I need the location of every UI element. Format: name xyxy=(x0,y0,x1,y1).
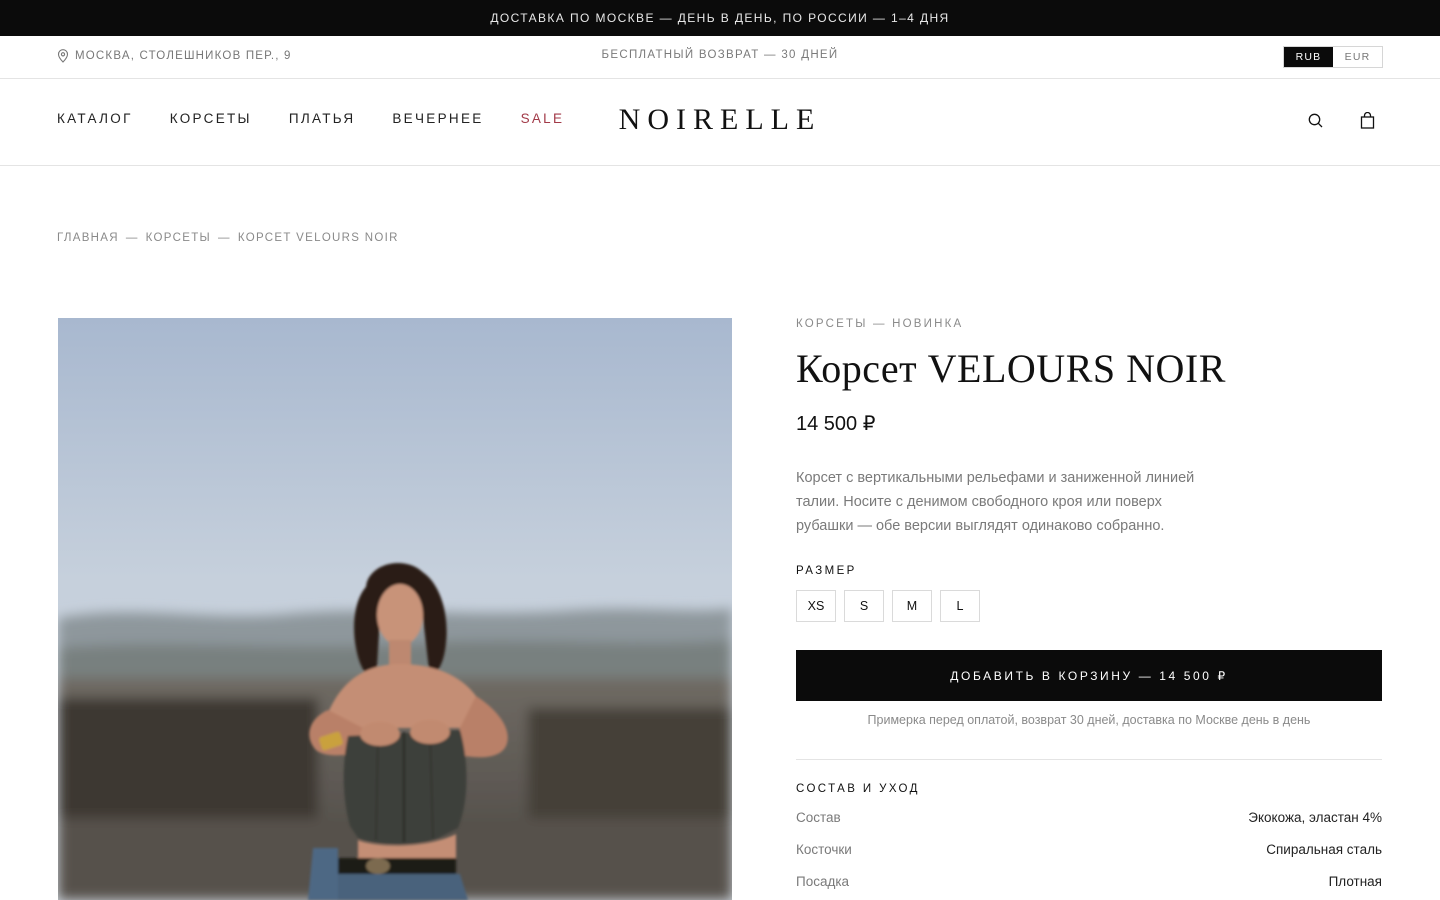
delivery-note: Примерка перед оплатой, возврат 30 дней,… xyxy=(867,713,1311,727)
currency-switcher: RUB EUR xyxy=(1283,46,1383,68)
main-header: КАТАЛОГ КОРСЕТЫ ПЛАТЬЯ ВЕЧЕРНЕЕ SALE NOI… xyxy=(0,79,1440,166)
product-info: КОРСЕТЫ — НОВИНКА Корсет VELOURS NOIR 14… xyxy=(796,318,1382,897)
utility-bar: МОСКВА, СТОЛЕШНИКОВ ПЕР., 9 БЕСПЛАТНЫЙ В… xyxy=(0,36,1440,79)
breadcrumb: ГЛАВНАЯ — КОРСЕТЫ — КОРСЕТ VELOURS NOIR xyxy=(57,232,399,244)
spec-row: Состав Экокожа, эластан 4% xyxy=(796,801,1382,833)
size-m-button[interactable]: M xyxy=(892,590,932,622)
bag-icon[interactable] xyxy=(1360,112,1375,129)
size-selector: XS S M L xyxy=(796,590,1382,622)
promo-text: ДОСТАВКА ПО МОСКВЕ — ДЕНЬ В ДЕНЬ, ПО РОС… xyxy=(490,11,950,25)
spec-value: Экокожа, эластан 4% xyxy=(1248,809,1382,825)
composition-label: СОСТАВ И УХОД xyxy=(796,783,920,795)
spec-row: Косточки Спиральная сталь xyxy=(796,833,1382,865)
header-icons xyxy=(1307,112,1375,129)
product-title: Корсет VELOURS NOIR xyxy=(796,346,1226,391)
spec-key: Посадка xyxy=(796,873,850,889)
breadcrumb-separator: — xyxy=(125,232,139,244)
address-text: МОСКВА, СТОЛЕШНИКОВ ПЕР., 9 xyxy=(75,50,292,62)
spec-list: Состав Экокожа, эластан 4% Косточки Спир… xyxy=(796,801,1382,897)
add-to-cart-button[interactable]: ДОБАВИТЬ В КОРЗИНУ — 14 500 ₽ xyxy=(796,650,1382,701)
promo-bar: ДОСТАВКА ПО МОСКВЕ — ДЕНЬ В ДЕНЬ, ПО РОС… xyxy=(0,0,1440,36)
size-label: РАЗМЕР xyxy=(796,565,857,577)
search-icon[interactable] xyxy=(1307,112,1324,129)
size-l-button[interactable]: L xyxy=(940,590,980,622)
store-address[interactable]: МОСКВА, СТОЛЕШНИКОВ ПЕР., 9 xyxy=(57,49,292,63)
spec-key: Косточки xyxy=(796,841,852,857)
product-price: 14 500 ₽ xyxy=(796,413,876,435)
size-s-button[interactable]: S xyxy=(844,590,884,622)
currency-rub-button[interactable]: RUB xyxy=(1284,47,1333,67)
divider xyxy=(796,759,1382,760)
product-category-label: КОРСЕТЫ — НОВИНКА xyxy=(796,318,964,330)
spec-value: Плотная xyxy=(1328,873,1382,889)
breadcrumb-corsets[interactable]: КОРСЕТЫ xyxy=(146,232,211,244)
breadcrumb-current: КОРСЕТ VELOURS NOIR xyxy=(237,232,399,244)
breadcrumb-separator: — xyxy=(218,232,231,244)
spec-key: Состав xyxy=(796,809,841,825)
brand-logo[interactable]: NOIRELLE xyxy=(0,103,1440,137)
product-image[interactable] xyxy=(58,318,732,900)
location-pin-icon xyxy=(57,49,69,63)
currency-eur-button[interactable]: EUR xyxy=(1333,47,1382,67)
size-xs-button[interactable]: XS xyxy=(796,590,836,622)
breadcrumb-home[interactable]: ГЛАВНАЯ xyxy=(57,232,119,244)
product-description: Корсет с вертикальными рельефами и заниж… xyxy=(796,470,1195,534)
spec-row: Посадка Плотная xyxy=(796,865,1382,897)
spec-value: Спиральная сталь xyxy=(1266,841,1382,857)
